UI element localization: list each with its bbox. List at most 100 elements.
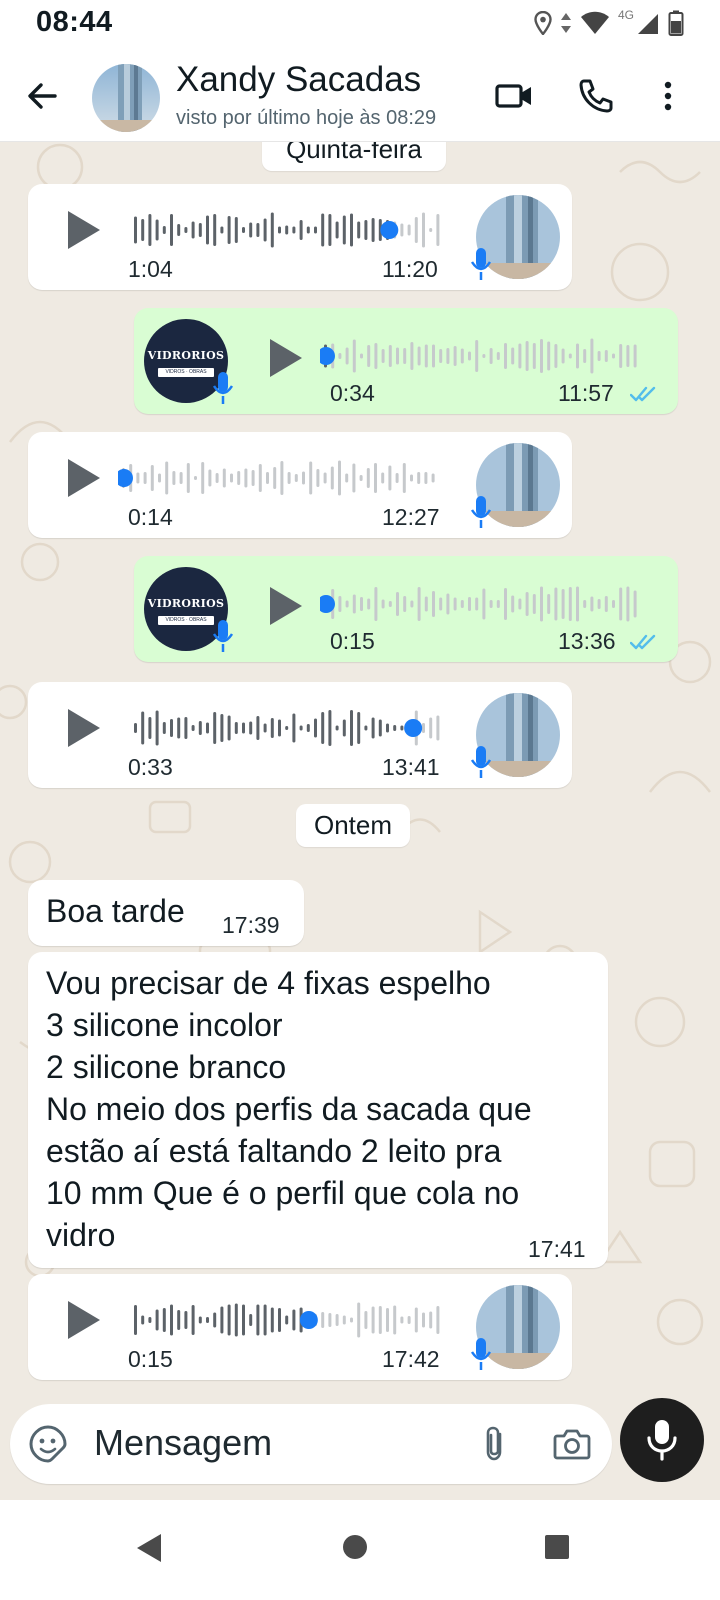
waveform-bar — [287, 472, 291, 484]
waveform-bar — [345, 473, 349, 483]
audio-progress-dot[interactable] — [299, 1311, 318, 1329]
waveform-bar — [561, 589, 565, 619]
waveform-bar — [446, 348, 450, 364]
waveform-bar — [148, 1317, 152, 1323]
mic-badge-icon — [212, 372, 234, 404]
play-icon[interactable] — [266, 336, 306, 380]
waveform-bar — [350, 1317, 353, 1323]
waveform-bar — [162, 722, 166, 734]
play-icon[interactable] — [266, 584, 306, 628]
waveform-bar — [314, 718, 317, 738]
message-time: 17:39 — [222, 912, 280, 938]
message-time: 17:41 — [528, 1236, 586, 1262]
contact-avatar[interactable] — [92, 64, 160, 132]
audio-waveform[interactable] — [130, 208, 440, 252]
waveform-bar — [612, 353, 615, 359]
message-input[interactable]: Mensagem — [10, 1404, 612, 1484]
nav-recents-icon[interactable] — [543, 1533, 571, 1561]
waveform-bar — [285, 726, 289, 730]
waveform-bar — [388, 345, 392, 367]
waveform-bar — [150, 465, 154, 491]
waveform-bar — [352, 339, 356, 373]
waveform-bar — [194, 476, 197, 480]
waveform-bar — [417, 346, 421, 366]
waveform-bar — [234, 1303, 238, 1337]
back-arrow-icon[interactable] — [22, 76, 62, 116]
audio-message-outgoing[interactable]: VIDRORIOS VIDROS · OBRAS 0:15 13:36 — [134, 556, 678, 662]
audio-duration: 0:15 — [330, 628, 375, 654]
waveform-bar — [227, 216, 231, 244]
wifi-icon — [580, 11, 609, 34]
waveform-bar — [475, 597, 479, 611]
date-separator: Ontem — [296, 804, 410, 847]
audio-progress-dot[interactable] — [404, 719, 423, 737]
audio-waveform[interactable] — [130, 1298, 440, 1342]
waveform-bar — [251, 470, 255, 486]
waveform-bar — [263, 1304, 267, 1336]
chat-area[interactable]: Quinta-feira 1:04 11:20 VIDRORIOS VIDROS… — [0, 142, 720, 1404]
camera-icon[interactable] — [552, 1424, 592, 1464]
video-call-icon[interactable] — [494, 76, 534, 116]
message-time: 12:27 — [382, 504, 440, 530]
waveform-bar — [359, 475, 363, 481]
waveform-bar — [306, 226, 310, 234]
waveform-bar — [396, 347, 399, 365]
attach-icon[interactable] — [480, 1424, 508, 1464]
play-icon[interactable] — [64, 706, 104, 750]
play-icon[interactable] — [64, 1298, 104, 1342]
audio-message-incoming[interactable]: 0:33 13:41 — [28, 682, 572, 788]
audio-message-outgoing[interactable]: VIDRORIOS VIDROS · OBRAS 0:34 11:57 — [134, 308, 678, 414]
audio-waveform[interactable] — [320, 582, 642, 626]
sticker-icon[interactable] — [28, 1424, 68, 1464]
waveform-bar — [395, 473, 399, 483]
play-icon[interactable] — [64, 208, 104, 252]
waveform-bar — [215, 473, 219, 483]
waveform-bar — [177, 224, 181, 236]
waveform-bar — [504, 588, 507, 620]
waveform-bar — [410, 600, 414, 608]
waveform-bar — [561, 348, 565, 364]
more-options-icon[interactable] — [648, 76, 688, 116]
battery-icon — [668, 10, 684, 36]
waveform-bar — [323, 472, 327, 484]
waveform-bar — [141, 711, 145, 745]
waveform-bar — [554, 344, 558, 368]
waveform-bar — [407, 1316, 411, 1324]
mic-badge-icon — [470, 496, 492, 528]
play-icon[interactable] — [64, 456, 104, 500]
nav-back-icon[interactable] — [134, 1532, 164, 1564]
waveform-bar — [400, 725, 404, 731]
waveform-bar — [597, 599, 601, 609]
message-time: 13:41 — [382, 754, 440, 780]
signal-icon — [638, 14, 658, 34]
waveform-bar — [468, 351, 471, 361]
waveform-bar — [422, 212, 425, 248]
waveform-bar — [410, 474, 413, 482]
status-icons: 4G — [534, 8, 684, 36]
text-message-incoming[interactable]: Vou precisar de 4 fixas espelho 3 silico… — [28, 952, 608, 1268]
audio-message-incoming[interactable]: 1:04 11:20 — [28, 184, 572, 290]
audio-waveform[interactable] — [320, 334, 642, 378]
waveform-bar — [357, 1302, 361, 1338]
audio-message-incoming[interactable]: 0:15 17:42 — [28, 1274, 572, 1380]
nav-home-icon[interactable] — [340, 1532, 370, 1562]
system-navigation-bar — [0, 1500, 720, 1600]
phone-icon[interactable] — [576, 76, 616, 116]
audio-waveform[interactable] — [118, 456, 440, 500]
status-bar: 08:44 4G — [0, 0, 720, 48]
audio-duration: 0:15 — [128, 1346, 173, 1372]
contact-name[interactable]: Xandy Sacadas — [176, 60, 421, 100]
waveform-bar — [278, 226, 281, 234]
waveform-bar — [568, 587, 572, 621]
text-message-incoming[interactable]: Boa tarde 17:39 — [28, 880, 304, 946]
waveform-bar — [583, 349, 587, 363]
waveform-bar — [422, 723, 425, 733]
audio-message-incoming[interactable]: 0:14 12:27 — [28, 432, 572, 538]
voice-record-button[interactable] — [620, 1398, 704, 1482]
waveform-bar — [299, 220, 303, 240]
waveform-bar — [170, 1304, 173, 1336]
audio-progress-dot[interactable] — [380, 221, 399, 239]
waveform-bar — [504, 343, 507, 369]
audio-waveform[interactable] — [130, 706, 440, 750]
waveform-bar — [227, 1304, 231, 1336]
